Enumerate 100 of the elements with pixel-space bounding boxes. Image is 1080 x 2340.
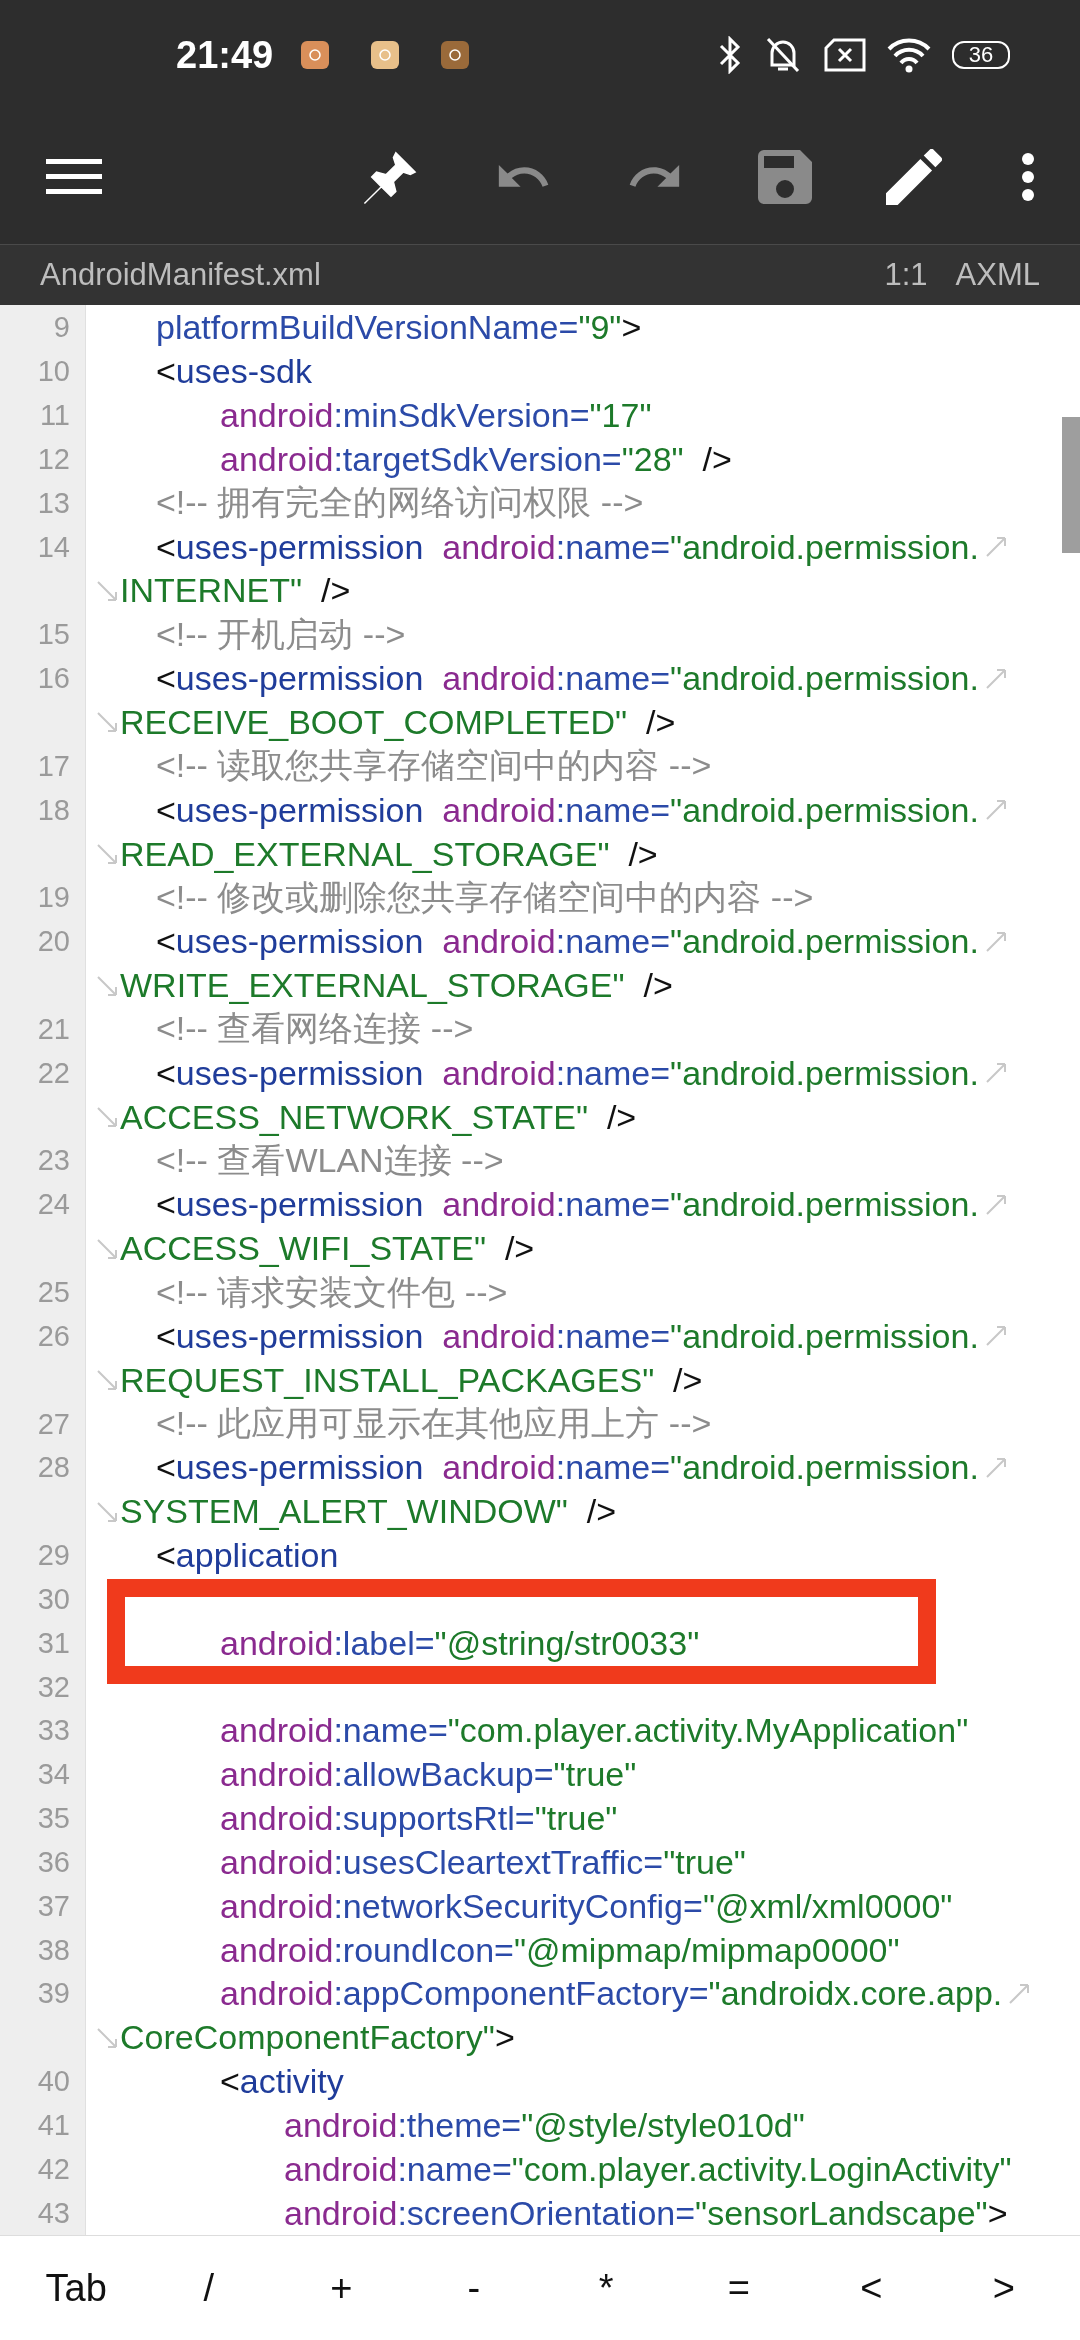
line-number: 16 bbox=[37, 662, 70, 696]
code-line: android:screenOrientation="sensorLandscape"> bbox=[284, 2193, 1008, 2233]
line-number: 28 bbox=[37, 1451, 70, 1485]
line-number: 21 bbox=[37, 1012, 70, 1046]
pencil-icon bbox=[886, 149, 942, 205]
code-line: ACCESS_NETWORK_STATE" /> bbox=[120, 1097, 637, 1137]
code-line: CoreComponentFactory"> bbox=[120, 2018, 515, 2058]
line-number: 24 bbox=[37, 1188, 70, 1222]
code-line: <!-- 查看网络连接 --> bbox=[156, 1008, 474, 1050]
line-number: 36 bbox=[37, 1845, 70, 1879]
code-line: INTERNET" /> bbox=[120, 571, 351, 611]
line-number: 22 bbox=[37, 1056, 70, 1090]
code-line: android:targetSdkVersion="28" /> bbox=[220, 439, 732, 479]
code-line: ACCESS_WIFI_STATE" /> bbox=[120, 1229, 535, 1269]
key-button[interactable]: Tab bbox=[16, 2243, 137, 2333]
line-number: 25 bbox=[37, 1276, 70, 1310]
code-line: <uses-permission android:name="android.permission. bbox=[156, 1316, 979, 1356]
app-notification-icon bbox=[441, 41, 470, 69]
wrap-icon bbox=[984, 667, 1007, 690]
line-number: 30 bbox=[37, 1582, 70, 1616]
code-line: <uses-permission android:name="android.permission. bbox=[156, 922, 979, 962]
wrap-icon bbox=[984, 799, 1007, 822]
wrap-icon bbox=[96, 711, 118, 734]
edit-button[interactable] bbox=[886, 147, 942, 207]
line-number: 9 bbox=[53, 311, 70, 345]
code-line: android:usesCleartextTraffic="true" bbox=[220, 1842, 746, 1882]
app-notification-icon bbox=[371, 41, 400, 69]
wrap-icon bbox=[984, 1193, 1007, 1216]
code-line: <uses-permission android:name="android.permission. bbox=[156, 790, 979, 830]
code-line: <!-- 此应用可显示在其他应用上方 --> bbox=[156, 1403, 712, 1445]
line-number: 41 bbox=[37, 2108, 70, 2142]
wrap-icon bbox=[96, 1237, 118, 1260]
line-number: 43 bbox=[37, 2196, 70, 2230]
app-notification-icon bbox=[301, 41, 330, 69]
line-number: 15 bbox=[37, 618, 70, 652]
code-line: <uses-sdk bbox=[156, 352, 312, 392]
file-name: AndroidManifest.xml bbox=[40, 257, 321, 293]
code-line: <!-- 拥有完全的网络访问权限 --> bbox=[156, 482, 644, 524]
code-line: <!-- 查看WLAN连接 --> bbox=[156, 1140, 504, 1181]
key-button[interactable]: - bbox=[413, 2243, 534, 2333]
wrap-icon bbox=[96, 974, 118, 997]
clock: 21:49 bbox=[176, 33, 274, 77]
code-line: android:supportsRtl="true" bbox=[220, 1799, 618, 1839]
line-number: 33 bbox=[37, 1714, 70, 1748]
wrap-icon bbox=[984, 536, 1007, 559]
code-line: android:networkSecurityConfig="@xml/xml0000" bbox=[220, 1886, 953, 1926]
key-button[interactable]: = bbox=[678, 2243, 799, 2333]
key-button[interactable]: * bbox=[546, 2243, 667, 2333]
save-icon bbox=[758, 150, 812, 204]
line-number: 12 bbox=[37, 442, 70, 476]
file-mode: AXML bbox=[955, 257, 1040, 293]
line-number: 10 bbox=[37, 355, 70, 389]
wrap-icon bbox=[96, 579, 118, 602]
line-number: 32 bbox=[37, 1670, 70, 1704]
key-button[interactable]: > bbox=[943, 2243, 1064, 2333]
key-button[interactable]: < bbox=[811, 2243, 932, 2333]
line-number: 23 bbox=[37, 1144, 70, 1178]
code-line: android:name="com.player.activity.MyApplication" bbox=[220, 1711, 969, 1751]
code-line: <activity bbox=[220, 2062, 344, 2102]
code-line: android:label="@string/str0033" bbox=[220, 1623, 700, 1663]
wrap-icon bbox=[96, 2026, 118, 2049]
code-line: <uses-permission android:name="android.permission. bbox=[156, 659, 979, 699]
scrollbar[interactable] bbox=[1062, 417, 1080, 553]
line-number: 42 bbox=[37, 2152, 70, 2186]
code-line: android:theme="@style/style010d" bbox=[284, 2105, 805, 2145]
code-editor[interactable] bbox=[0, 305, 1080, 2235]
wrap-icon bbox=[96, 1106, 118, 1129]
wrap-icon bbox=[96, 1500, 118, 1523]
line-number: 34 bbox=[37, 1758, 70, 1792]
code-line: <!-- 修改或删除您共享存储空间中的内容 --> bbox=[156, 876, 814, 918]
line-number: 31 bbox=[37, 1626, 70, 1660]
line-number: 27 bbox=[37, 1407, 70, 1441]
code-line: android:allowBackup="true" bbox=[220, 1755, 637, 1795]
menu-icon bbox=[46, 157, 102, 197]
code-line: <!-- 读取您共享存储空间中的内容 --> bbox=[156, 745, 712, 787]
code-line: platformBuildVersionName="9"> bbox=[156, 308, 642, 348]
code-line: SYSTEM_ALERT_WINDOW" /> bbox=[120, 1492, 617, 1532]
key-button[interactable]: / bbox=[148, 2243, 269, 2333]
wrap-icon bbox=[984, 930, 1007, 953]
cursor-position: 1:1 bbox=[884, 257, 928, 293]
wrap-icon bbox=[984, 1325, 1007, 1348]
line-number: 17 bbox=[37, 749, 70, 783]
key-button[interactable]: + bbox=[281, 2243, 402, 2333]
bluetooth-icon bbox=[718, 36, 742, 74]
line-number: 29 bbox=[37, 1539, 70, 1573]
code-line: <!-- 请求安装文件包 --> bbox=[156, 1271, 508, 1313]
line-number: 19 bbox=[37, 881, 70, 915]
more-icon bbox=[1020, 152, 1036, 202]
code-line: RECEIVE_BOOT_COMPLETED" /> bbox=[120, 703, 676, 742]
wrap-icon bbox=[96, 1369, 118, 1392]
line-number: 14 bbox=[37, 530, 70, 564]
code-line: <application bbox=[156, 1536, 339, 1576]
code-line: android:roundIcon="@mipmap/mipmap0000" bbox=[220, 1930, 900, 1970]
code-line: android:minSdkVersion="17" bbox=[220, 396, 652, 436]
line-number: 13 bbox=[37, 486, 70, 520]
code-line: android:name="com.player.activity.LoginActivity" bbox=[284, 2149, 1012, 2189]
line-number: 35 bbox=[37, 1802, 70, 1836]
no-sim-icon bbox=[824, 38, 866, 72]
wrap-icon bbox=[984, 1456, 1007, 1479]
line-number: 40 bbox=[37, 2065, 70, 2099]
